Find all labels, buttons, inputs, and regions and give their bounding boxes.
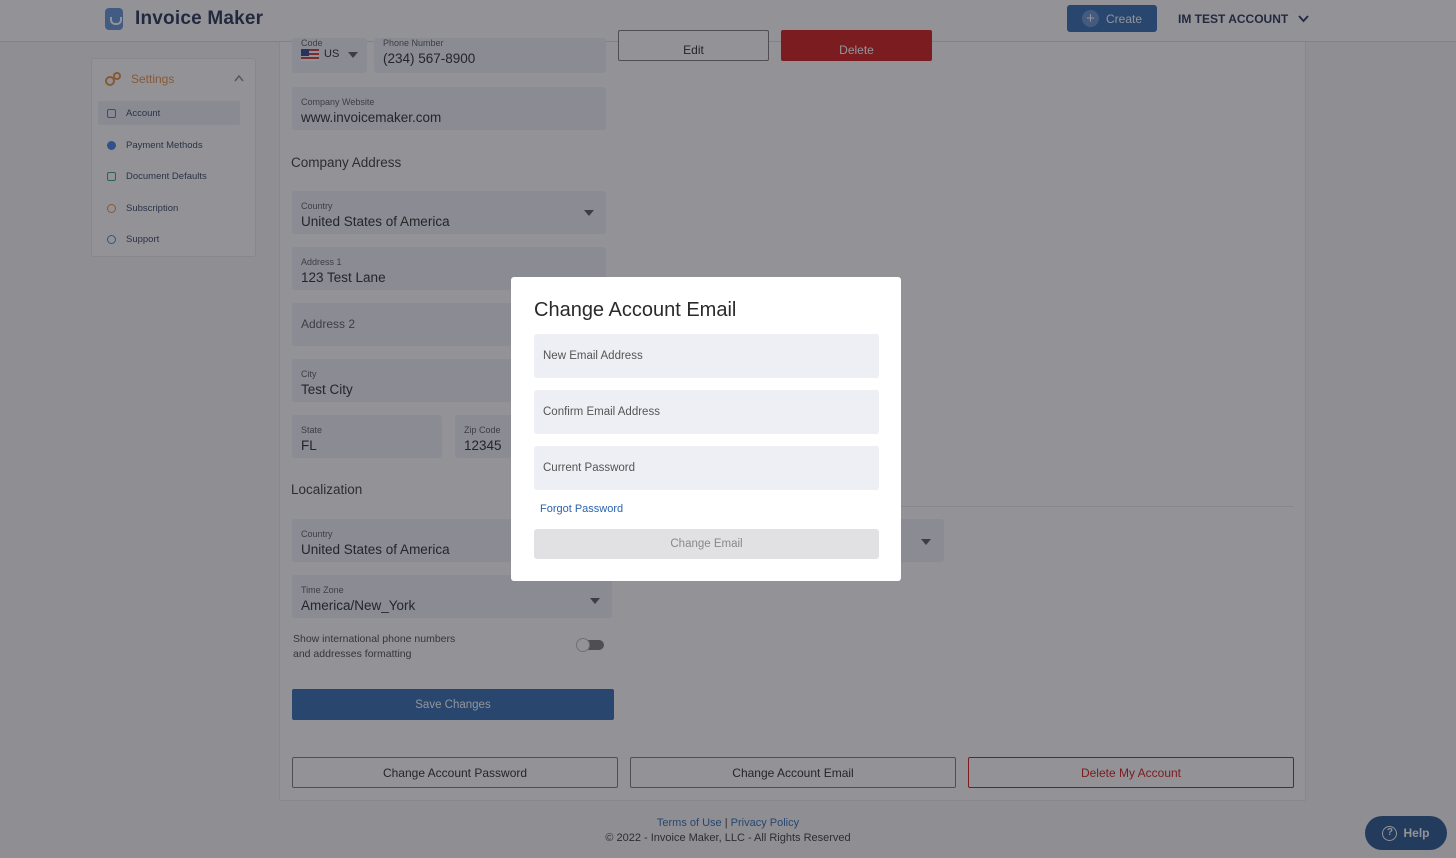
change-email-button[interactable]: Change Email xyxy=(534,529,879,559)
new-email-input[interactable] xyxy=(534,334,879,378)
forgot-password-link[interactable]: Forgot Password xyxy=(540,503,623,515)
confirm-email-input[interactable] xyxy=(534,390,879,434)
current-password-input[interactable] xyxy=(534,446,879,490)
change-email-modal: Change Account Email Forgot Password Cha… xyxy=(511,277,901,581)
modal-title: Change Account Email xyxy=(534,299,737,321)
change-email-button-label: Change Email xyxy=(670,538,743,550)
